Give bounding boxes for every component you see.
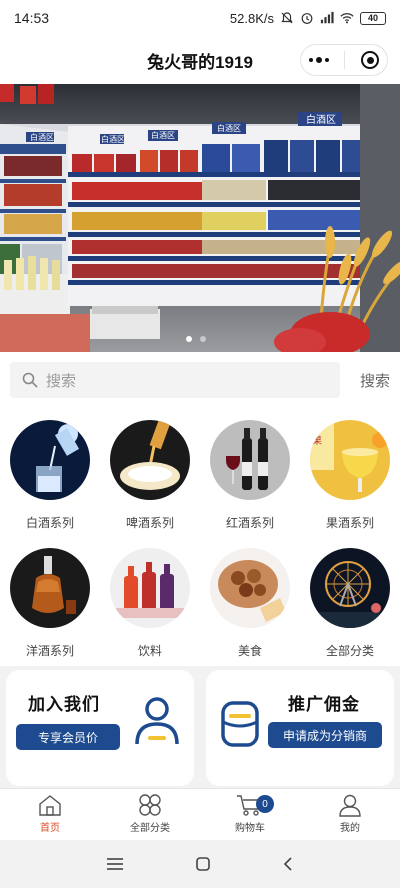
category-drinks[interactable]: 饮料 xyxy=(100,536,200,664)
search-placeholder: 搜索 xyxy=(46,372,77,390)
shelf-label: 白酒区 xyxy=(151,130,175,140)
tab-profile[interactable]: 我的 xyxy=(300,789,400,840)
mute-bell-icon xyxy=(281,12,293,24)
ferris-wheel-image xyxy=(310,548,390,628)
search-bar: 搜索 搜索 xyxy=(0,352,400,408)
home-square-icon[interactable] xyxy=(195,856,211,872)
red-wine-bottles-image xyxy=(210,420,290,500)
home-icon xyxy=(39,795,61,816)
carousel-dot[interactable] xyxy=(186,336,192,342)
menu-lines-icon[interactable] xyxy=(106,857,124,871)
liquor-decanter-image xyxy=(10,548,90,628)
category-label: 白酒系列 xyxy=(25,516,74,530)
bottom-tab-bar: 首页 全部分类 0 购物车 我的 xyxy=(0,788,400,840)
shelf-label: 白酒区 xyxy=(217,123,241,133)
category-label: 洋酒系列 xyxy=(25,644,74,658)
category-label: 美食 xyxy=(237,644,262,658)
search-input[interactable]: 搜索 xyxy=(10,362,340,398)
back-chevron-icon[interactable] xyxy=(282,856,294,872)
system-navigation-bar xyxy=(0,840,400,888)
tab-label: 首页 xyxy=(40,823,60,834)
carousel-dot[interactable] xyxy=(200,336,206,342)
food-plate-image xyxy=(210,548,290,628)
category-fruit-wine[interactable]: 果 果酒系列 xyxy=(300,408,400,536)
network-speed: 52.8K/s xyxy=(229,10,274,26)
category-baijiu[interactable]: 白酒系列 xyxy=(0,408,100,536)
drinks-bottles-image xyxy=(110,548,190,628)
status-icons: 52.8K/s 40 xyxy=(230,11,386,26)
tab-home[interactable]: 首页 xyxy=(0,789,100,840)
user-icon xyxy=(339,794,361,817)
join-us-card[interactable]: 加入我们 专享会员价 xyxy=(6,670,194,786)
mini-program-page: 14:53 52.8K/s 40 兔火哥的1919 白酒区 白酒区 白酒区 白酒… xyxy=(0,0,400,888)
nav-bar: 兔火哥的1919 xyxy=(0,36,400,84)
tab-label: 全部分类 xyxy=(130,823,170,834)
cart-count-badge: 0 xyxy=(256,795,274,813)
category-grid: 白酒系列 啤酒系列 红酒系列 果 果酒系列 洋酒系列 饮料 美食 全部分类 xyxy=(0,408,400,666)
commission-title: 推广佣金 xyxy=(288,695,360,714)
baijiu-pour-image xyxy=(10,420,90,500)
store-banner-carousel[interactable]: 白酒区 白酒区 白酒区 白酒区 白酒区 xyxy=(0,84,400,352)
member-price-button[interactable]: 专享会员价 xyxy=(16,724,120,750)
category-label: 果酒系列 xyxy=(325,516,374,530)
category-food[interactable]: 美食 xyxy=(200,536,300,664)
alarm-icon xyxy=(301,13,313,24)
category-all[interactable]: 全部分类 xyxy=(300,536,400,664)
category-label: 红酒系列 xyxy=(225,516,274,530)
tab-cart[interactable]: 0 购物车 xyxy=(200,789,300,840)
category-label: 饮料 xyxy=(137,644,162,658)
user-join-icon xyxy=(135,697,179,745)
grid-clover-icon xyxy=(139,794,161,816)
status-time: 14:53 xyxy=(14,10,50,26)
tab-label: 我的 xyxy=(340,823,360,834)
target-circle-icon[interactable] xyxy=(361,51,380,69)
fruit-wine-image: 果 xyxy=(310,420,390,500)
page-title: 兔火哥的1919 xyxy=(147,52,253,72)
svg-text:果: 果 xyxy=(312,435,322,447)
capsule-divider xyxy=(344,51,346,69)
wifi-icon xyxy=(340,13,354,24)
category-beer[interactable]: 啤酒系列 xyxy=(100,408,200,536)
beer-pour-image xyxy=(110,420,190,500)
promo-section: 加入我们 专享会员价 推广佣金 申请成为分销商 xyxy=(0,666,400,788)
join-us-title: 加入我们 xyxy=(28,695,100,714)
tab-all-categories[interactable]: 全部分类 xyxy=(100,789,200,840)
capsule-menu xyxy=(300,44,388,76)
search-button[interactable]: 搜索 xyxy=(340,370,390,391)
shelf-label: 白酒区 xyxy=(101,134,125,144)
category-label: 啤酒系列 xyxy=(125,516,174,530)
liquor-store-shelves-image: 白酒区 白酒区 白酒区 白酒区 白酒区 xyxy=(0,84,400,352)
more-dots-icon[interactable] xyxy=(308,57,329,63)
carousel-indicators xyxy=(186,336,206,342)
shelf-label: 白酒区 xyxy=(306,113,336,126)
battery-indicator: 40 xyxy=(360,11,386,25)
tab-label: 购物车 xyxy=(235,823,265,834)
category-red-wine[interactable]: 红酒系列 xyxy=(200,408,300,536)
apply-distributor-button[interactable]: 申请成为分销商 xyxy=(268,722,382,748)
coin-stack-icon xyxy=(221,701,259,747)
search-icon xyxy=(22,372,38,388)
commission-card[interactable]: 推广佣金 申请成为分销商 xyxy=(206,670,394,786)
shelf-label: 白酒区 xyxy=(30,132,54,142)
status-bar: 14:53 52.8K/s 40 xyxy=(0,0,400,36)
signal-icon xyxy=(320,11,334,24)
category-label: 全部分类 xyxy=(325,644,374,658)
category-foreign-liquor[interactable]: 洋酒系列 xyxy=(0,536,100,664)
